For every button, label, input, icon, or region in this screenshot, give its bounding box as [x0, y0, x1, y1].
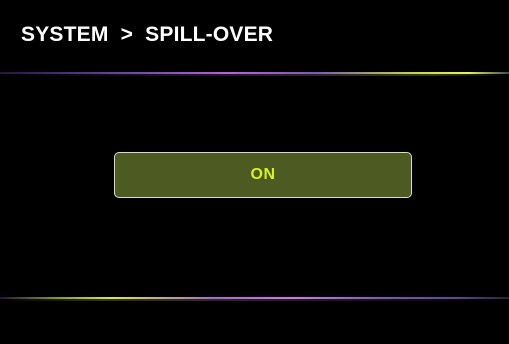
top-divider-glow — [0, 74, 509, 76]
bottom-divider-glow — [0, 299, 509, 301]
settings-screen: SYSTEM > SPILL-OVER ON — [0, 0, 509, 344]
header: SYSTEM > SPILL-OVER — [0, 0, 509, 72]
breadcrumb-title: SYSTEM > SPILL-OVER — [21, 23, 274, 46]
spill-over-toggle-button[interactable]: ON — [114, 152, 412, 198]
toggle-state-label: ON — [250, 166, 276, 183]
